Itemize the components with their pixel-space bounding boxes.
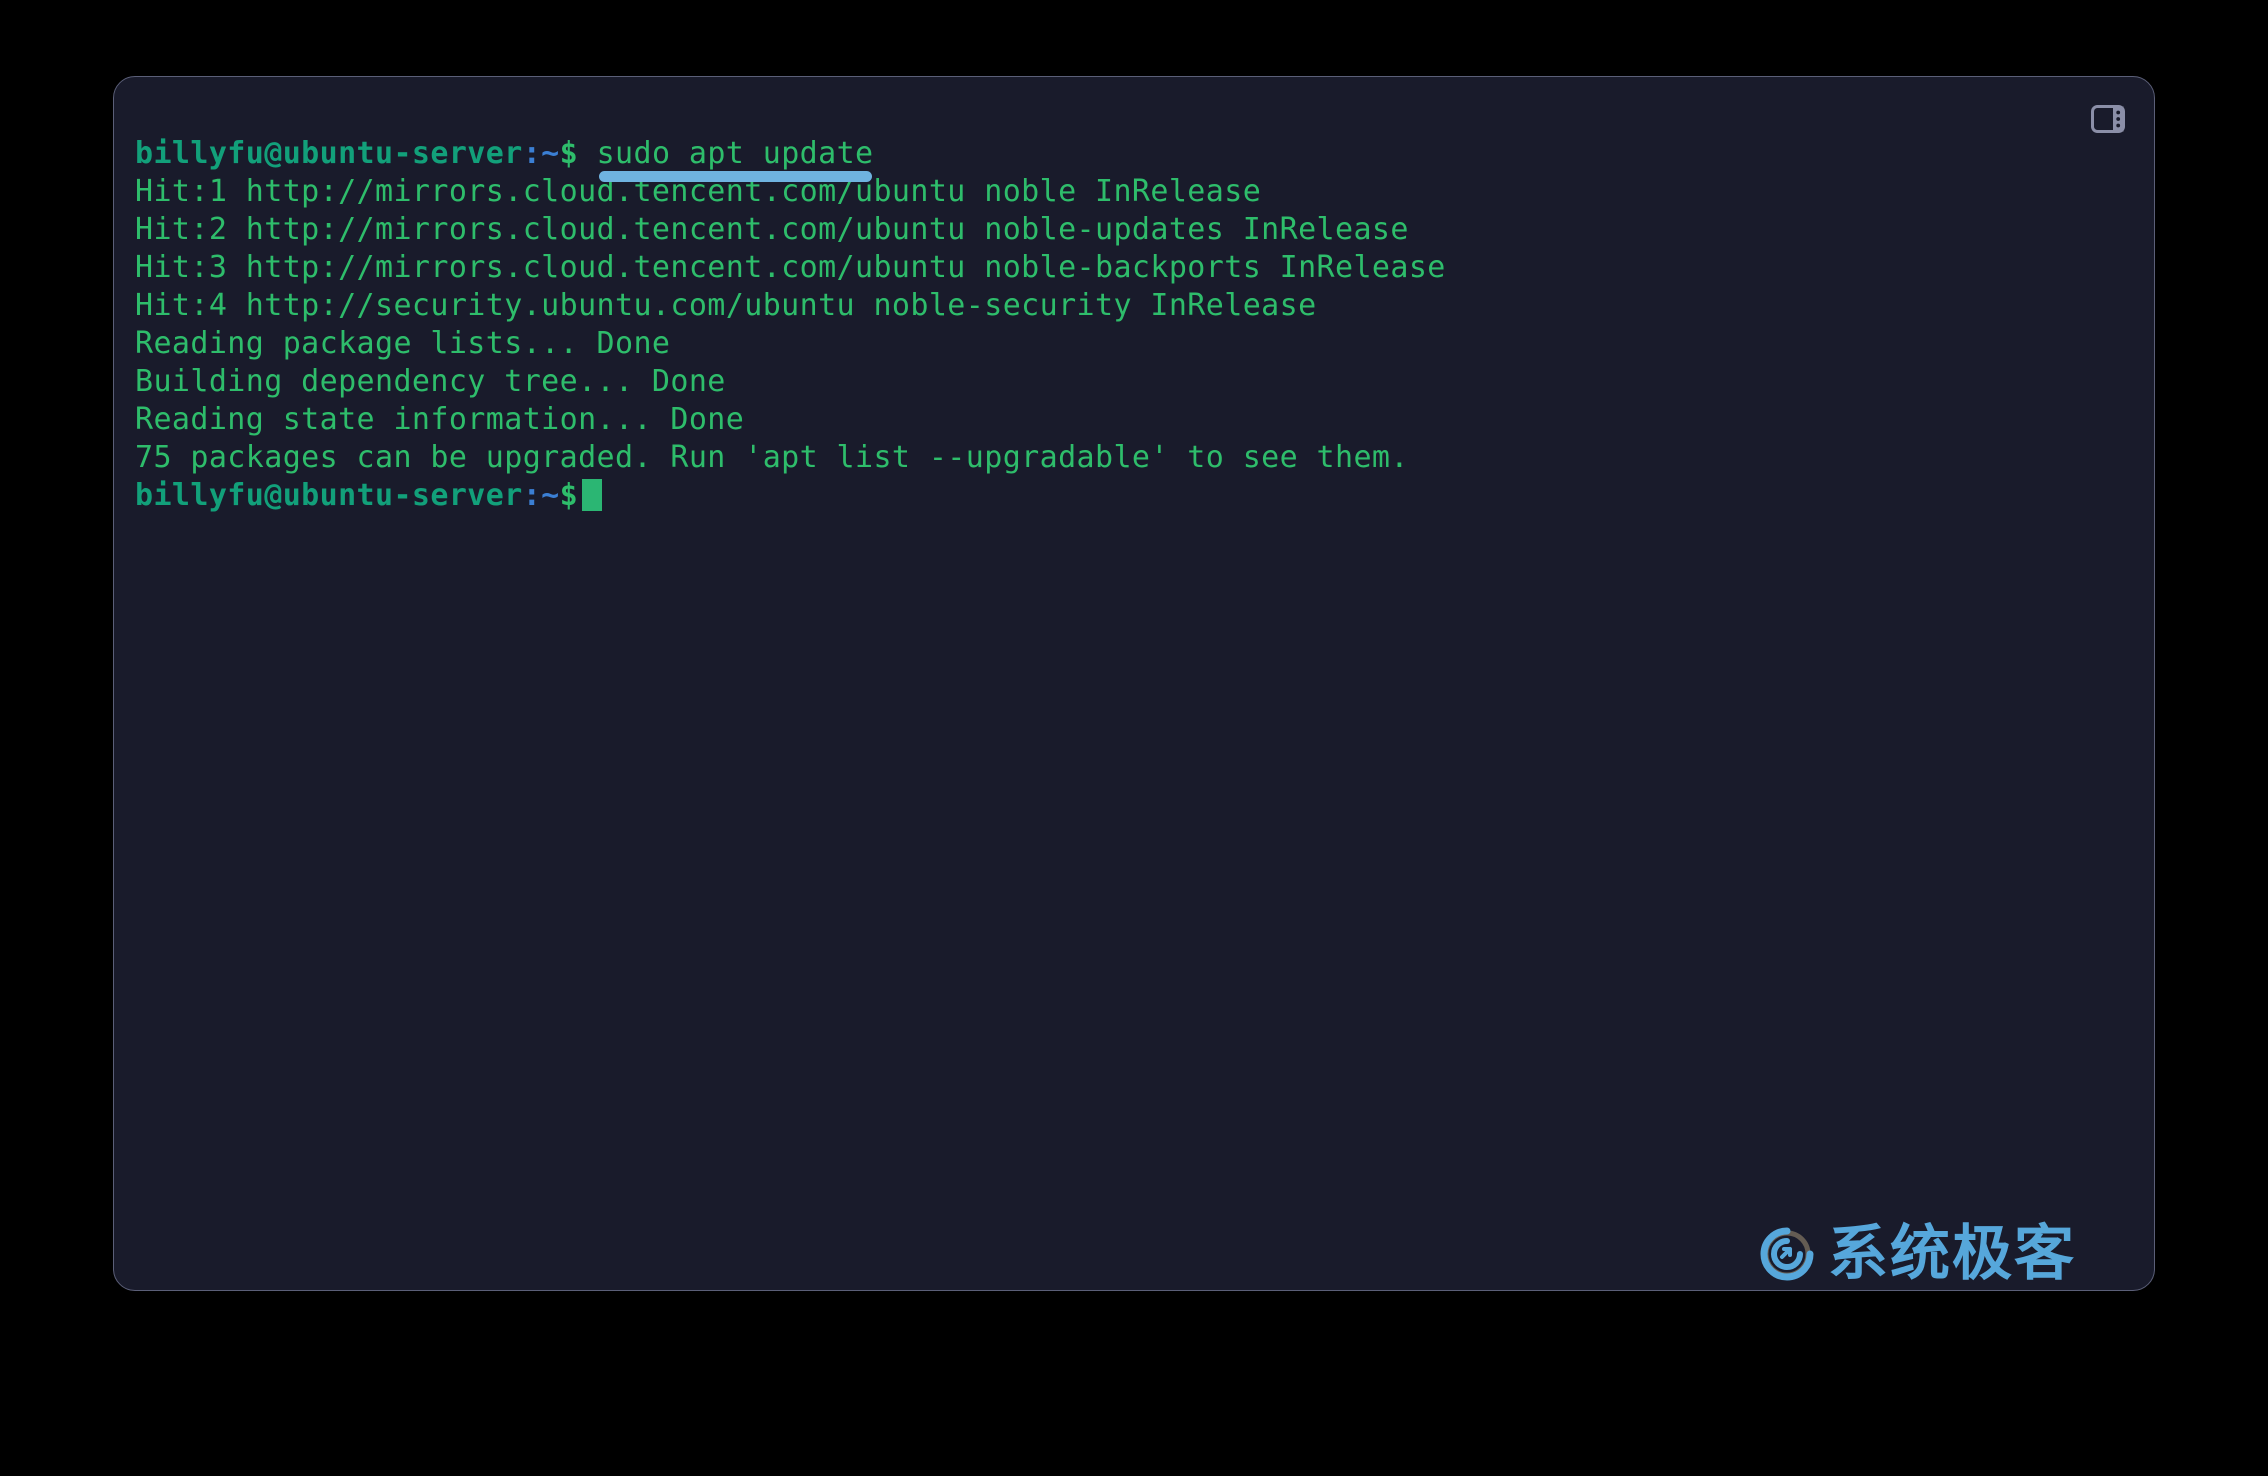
output-line: Reading state information... Done (135, 402, 745, 437)
typed-command-text: sudo apt update (596, 136, 874, 171)
prompt-user-host: billyfu@ubuntu-server (135, 136, 523, 171)
watermark: 系统极客 (1756, 1223, 2076, 1285)
command-highlight-underline (598, 171, 872, 182)
text-cursor (582, 479, 603, 511)
layout-panel-icon (2091, 105, 2125, 133)
output-line: Hit:3 http://mirrors.cloud.tencent.com/u… (135, 250, 1446, 285)
prompt-colon: : (522, 136, 542, 171)
prompt-symbol: $ (559, 478, 579, 513)
prompt-path: ~ (541, 136, 560, 171)
output-line: Hit:2 http://mirrors.cloud.tencent.com/u… (135, 212, 1409, 247)
prompt-colon: : (522, 478, 542, 513)
active-prompt-line: billyfu@ubuntu-server:~$ (135, 477, 2144, 515)
output-line: Building dependency tree... Done (135, 364, 726, 399)
watermark-text: 系统极客 (1828, 1219, 2076, 1289)
screen: billyfu@ubuntu-server:~$ sudo apt update… (0, 0, 2268, 1476)
command-line: billyfu@ubuntu-server:~$ sudo apt update (135, 135, 2144, 182)
prompt-path: ~ (541, 478, 560, 513)
prompt-symbol: $ (559, 136, 579, 171)
output-line: Hit:1 http://mirrors.cloud.tencent.com/u… (135, 174, 1262, 209)
spiral-circle-logo (1760, 1227, 1814, 1281)
output-line: Hit:4 http://security.ubuntu.com/ubuntu … (135, 288, 1317, 323)
typed-command: sudo apt update (596, 135, 874, 182)
output-line: Reading package lists... Done (135, 326, 671, 361)
prompt-user-host: billyfu@ubuntu-server (135, 478, 523, 513)
terminal-output[interactable]: billyfu@ubuntu-server:~$ sudo apt update… (135, 135, 2144, 1280)
terminal-window: billyfu@ubuntu-server:~$ sudo apt update… (113, 76, 2155, 1291)
output-line: 75 packages can be upgraded. Run 'apt li… (135, 440, 1409, 475)
